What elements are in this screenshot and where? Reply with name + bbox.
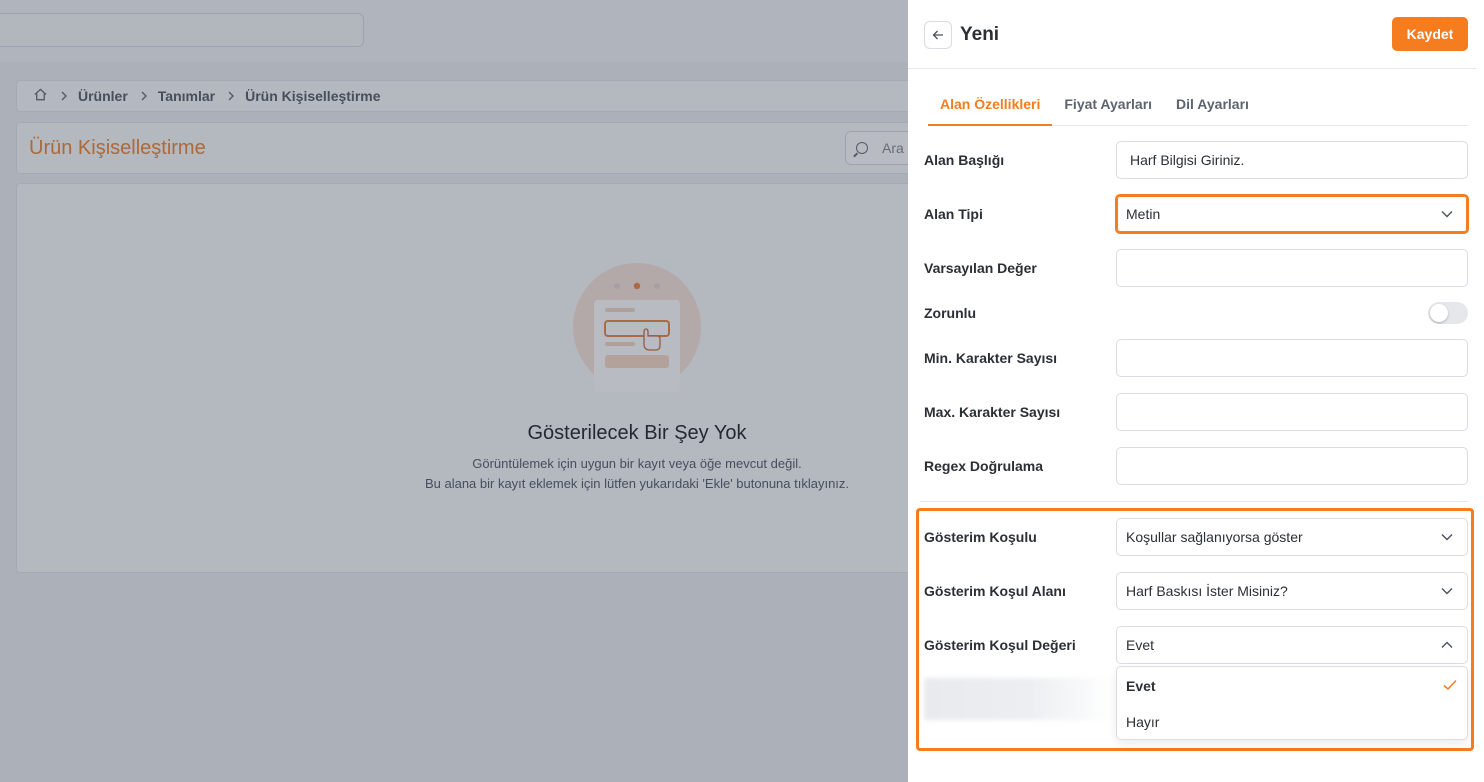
chevron-down-icon — [1441, 211, 1453, 218]
field-label-gosterim-kosulu: Gösterim Koşulu — [924, 529, 1037, 545]
field-label-zorunlu: Zorunlu — [924, 305, 977, 321]
zorunlu-toggle[interactable] — [1428, 302, 1468, 324]
field-label-min-karakter: Min. Karakter Sayısı — [924, 350, 1058, 366]
tab-alan-ozellikleri[interactable]: Alan Özellikleri — [928, 86, 1053, 126]
blurred-placeholder — [924, 678, 1114, 720]
gosterim-kosulu-select[interactable]: Koşullar sağlanıyorsa göster — [1116, 518, 1468, 556]
back-arrow-icon — [932, 29, 944, 41]
alan-tipi-value: Metin — [1126, 206, 1161, 222]
section-divider — [920, 501, 1468, 502]
gosterim-kosul-degeri-select[interactable]: Evet — [1116, 626, 1468, 664]
check-icon — [1443, 679, 1457, 691]
gosterim-kosul-alani-value: Harf Baskısı İster Misiniz? — [1126, 583, 1288, 599]
chevron-down-icon — [1441, 534, 1453, 541]
regex-input[interactable] — [1116, 447, 1468, 485]
modal-overlay[interactable] — [0, 0, 908, 782]
chevron-up-icon — [1441, 641, 1453, 648]
field-label-varsayilan-deger: Varsayılan Değer — [924, 260, 1037, 276]
back-button[interactable] — [924, 21, 952, 49]
kosul-degeri-dropdown: Evet Hayır — [1116, 666, 1468, 740]
field-label-gosterim-kosul-alani: Gösterim Koşul Alanı — [924, 583, 1066, 599]
field-label-regex: Regex Doğrulama — [924, 458, 1044, 474]
dropdown-option-evet[interactable]: Evet — [1126, 678, 1156, 694]
varsayilan-deger-input[interactable] — [1116, 249, 1468, 287]
gosterim-kosul-alani-select[interactable]: Harf Baskısı İster Misiniz? — [1116, 572, 1468, 610]
drawer-tabs: Alan Özellikleri Fiyat Ayarları Dil Ayar… — [928, 86, 1468, 126]
drawer-header: Yeni Kaydet — [908, 0, 1476, 69]
save-button[interactable]: Kaydet — [1392, 17, 1468, 51]
max-karakter-input[interactable] — [1116, 393, 1468, 431]
new-field-drawer: Yeni Kaydet Alan Özellikleri Fiyat Ayarl… — [908, 0, 1484, 782]
field-label-alan-tipi: Alan Tipi — [924, 206, 983, 222]
field-label-max-karakter: Max. Karakter Sayısı — [924, 404, 1061, 420]
alan-basligi-input[interactable]: Harf Bilgisi Giriniz. — [1116, 141, 1468, 179]
chevron-down-icon — [1441, 588, 1453, 595]
tab-dil-ayarlari[interactable]: Dil Ayarları — [1164, 86, 1261, 126]
field-label-gosterim-kosul-degeri: Gösterim Koşul Değeri — [924, 637, 1076, 653]
alan-tipi-select[interactable]: Metin — [1115, 194, 1469, 234]
field-label-alan-basligi: Alan Başlığı — [924, 152, 1005, 168]
dropdown-option-hayir[interactable]: Hayır — [1126, 714, 1159, 730]
drawer-title: Yeni — [960, 24, 1000, 45]
gosterim-kosul-degeri-value: Evet — [1126, 637, 1155, 653]
toggle-knob — [1430, 304, 1448, 322]
min-karakter-input[interactable] — [1116, 339, 1468, 377]
tab-fiyat-ayarlari[interactable]: Fiyat Ayarları — [1052, 86, 1164, 126]
gosterim-kosulu-value: Koşullar sağlanıyorsa göster — [1126, 529, 1303, 545]
